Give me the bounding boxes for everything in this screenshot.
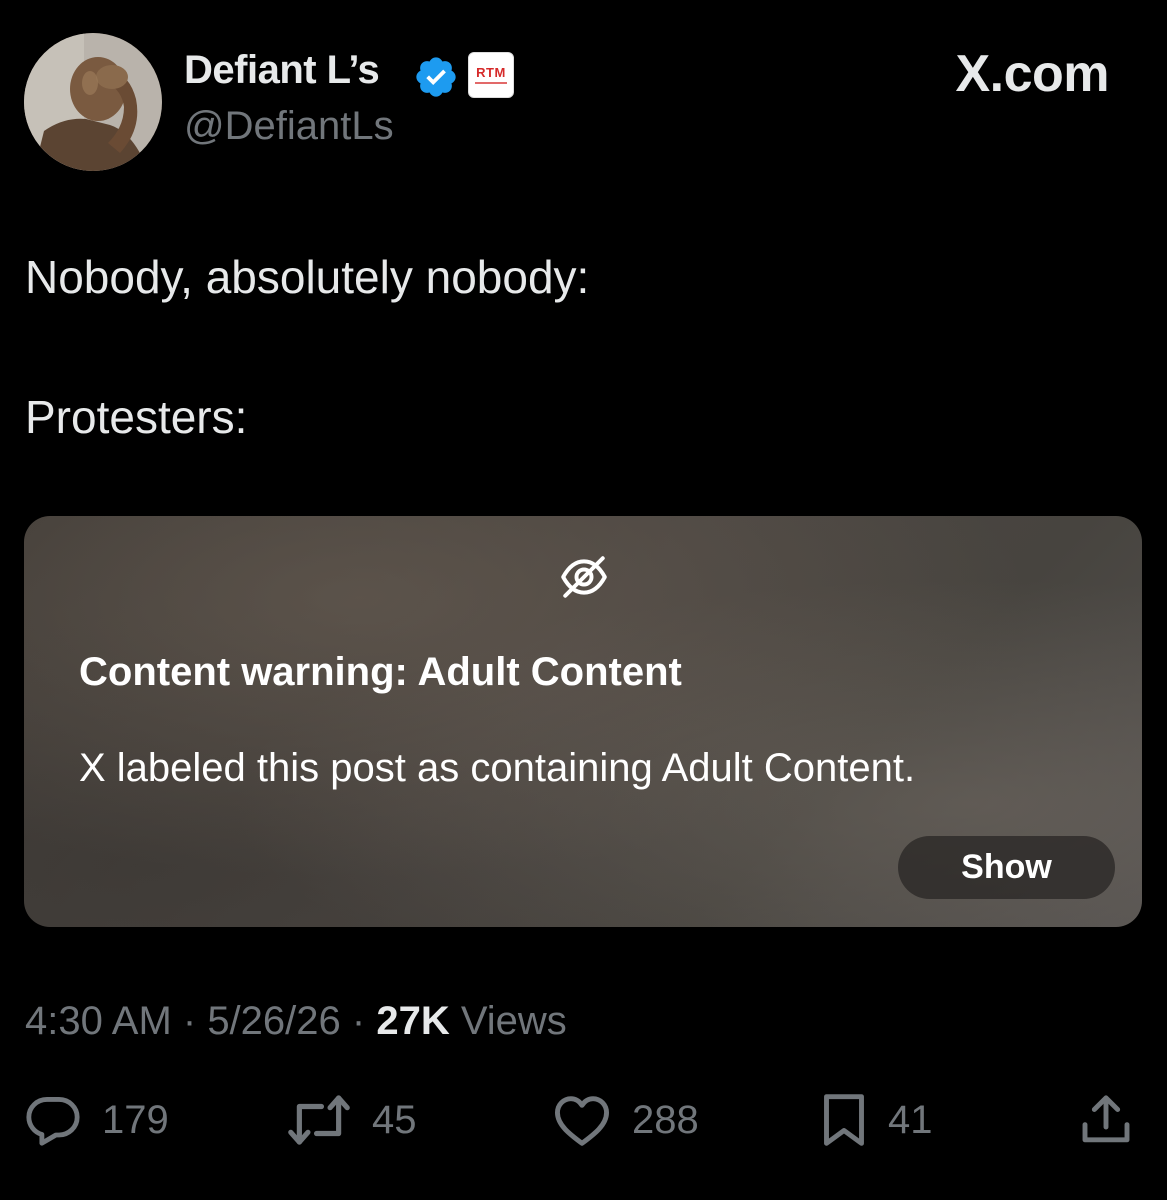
affiliate-badge-text: RTM	[476, 65, 506, 80]
bookmark-icon	[820, 1092, 868, 1148]
post-time[interactable]: 4:30 AM	[25, 999, 172, 1043]
share-button[interactable]	[1078, 1092, 1134, 1148]
bookmark-button[interactable]: 41	[820, 1092, 933, 1148]
post-date[interactable]: 5/26/26	[207, 999, 340, 1043]
repost-count: 45	[372, 1097, 417, 1142]
affiliate-badge[interactable]: RTM	[468, 52, 514, 98]
verified-badge-icon	[413, 54, 459, 100]
repost-icon	[286, 1093, 352, 1147]
statue-portrait-icon	[24, 33, 162, 171]
reply-count: 179	[102, 1097, 169, 1142]
avatar[interactable]	[24, 33, 162, 171]
post-meta: 4:30 AM · 5/26/26 · 27K Views	[25, 999, 567, 1044]
content-warning-title: Content warning: Adult Content	[79, 650, 682, 694]
source-label: X.com	[955, 45, 1109, 103]
affiliate-badge-underline	[475, 82, 507, 84]
author-handle[interactable]: @DefiantLs	[184, 104, 394, 149]
meta-separator: ·	[340, 999, 377, 1043]
like-button[interactable]: 288	[552, 1092, 699, 1148]
share-icon	[1078, 1092, 1134, 1148]
bookmark-count: 41	[888, 1097, 933, 1142]
show-content-button[interactable]: Show	[898, 836, 1115, 899]
post-text-line: Nobody, absolutely nobody:	[25, 251, 590, 303]
post-text-line: Protesters:	[25, 391, 248, 443]
views-count[interactable]: 27K	[376, 999, 449, 1043]
repost-button[interactable]: 45	[286, 1092, 417, 1148]
reply-button[interactable]: 179	[24, 1092, 169, 1148]
like-icon	[552, 1093, 612, 1147]
content-warning-description: X labeled this post as containing Adult …	[79, 746, 916, 790]
eye-slash-icon	[559, 552, 609, 602]
meta-separator: ·	[171, 999, 208, 1043]
like-count: 288	[632, 1097, 699, 1142]
author-display-name[interactable]: Defiant L’s	[184, 48, 380, 93]
reply-icon	[24, 1093, 82, 1147]
views-label: Views	[449, 999, 567, 1043]
